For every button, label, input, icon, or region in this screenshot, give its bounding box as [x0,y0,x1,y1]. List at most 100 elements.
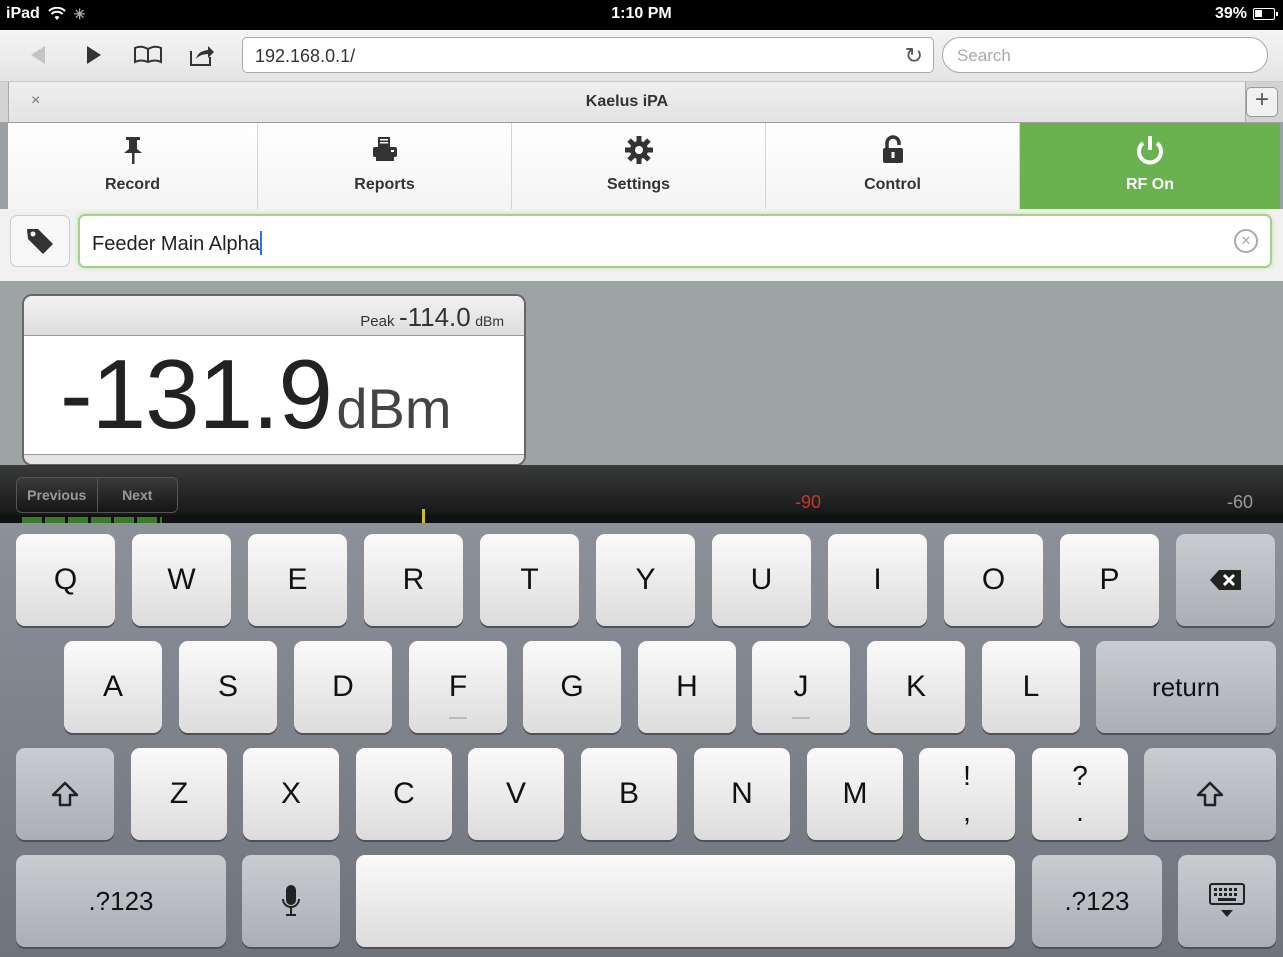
key-s[interactable]: S [179,641,277,733]
level-meter [0,515,1283,523]
previous-button[interactable]: Previous [17,478,98,512]
shift-key-left[interactable] [16,748,114,840]
browser-tab[interactable]: × Kaelus iPA [8,82,1246,122]
key-i[interactable]: I [828,534,927,626]
reload-icon[interactable]: ↻ [905,43,923,69]
nav-control[interactable]: Control [766,123,1020,209]
backspace-key[interactable] [1176,534,1275,626]
book-icon [134,45,162,64]
nav-settings[interactable]: Settings [512,123,766,209]
key-y[interactable]: Y [596,534,695,626]
key-l[interactable]: L [982,641,1080,733]
key-h[interactable]: H [638,641,736,733]
main-reading: -131.9 dBm [60,338,451,451]
form-assistant-bar: Previous Next -90 -60 [0,465,1283,523]
key-k[interactable]: K [867,641,965,733]
numbers-key-left[interactable]: .?123 [16,855,226,947]
key-n[interactable]: N [694,748,790,840]
status-time: 1:10 PM [611,5,672,22]
dictation-key[interactable] [242,855,340,947]
key-j[interactable]: J [752,641,850,733]
peak-value: -114.0 [398,302,471,332]
nav-record[interactable]: Record [8,123,258,209]
tag-icon [27,229,53,254]
forward-button[interactable] [78,40,110,70]
shift-key-right[interactable] [1144,748,1276,840]
key-c[interactable]: C [356,748,452,840]
key-d[interactable]: D [294,641,392,733]
tag-name-value: Feeder Main Alpha [92,231,262,255]
return-key[interactable]: return [1096,641,1276,733]
tag-name-input[interactable]: Feeder Main Alpha ✕ [78,214,1272,268]
clear-icon[interactable]: ✕ [1234,229,1258,253]
share-button[interactable] [186,40,218,70]
key-v[interactable]: V [468,748,564,840]
share-icon [190,46,214,66]
microphone-icon [282,885,300,916]
dismiss-keyboard-key[interactable] [1178,855,1276,947]
key-a[interactable]: A [64,641,162,733]
key-comma-label: , [963,796,971,827]
peak-bar: Peak -114.0 dBm [24,296,524,336]
nav-reports[interactable]: Reports [258,123,512,209]
home-row-marker [449,717,467,719]
key-q[interactable]: Q [16,534,115,626]
key-m[interactable]: M [807,748,903,840]
key-p[interactable]: P [1060,534,1159,626]
main-reading-unit: dBm [336,377,452,440]
scale-label-right: -60 [1227,492,1254,512]
key-r[interactable]: R [364,534,463,626]
key-e[interactable]: E [248,534,347,626]
home-row-marker [792,717,810,719]
battery-percentage: 39% [1214,5,1247,22]
key-question-period[interactable]: ?. [1032,748,1128,840]
nav-control-label: Control [864,176,921,193]
key-z[interactable]: Z [131,748,227,840]
key-x[interactable]: X [243,748,339,840]
key-f[interactable]: F [409,641,507,733]
search-placeholder: Search [957,46,1011,65]
key-exclamation-label: ! [963,760,971,791]
new-tab-button[interactable]: + [1246,87,1278,117]
tag-button[interactable] [10,215,70,267]
search-field[interactable]: Search [942,37,1268,73]
key-j-label: J [793,670,809,703]
shift-icon [51,781,79,807]
next-button[interactable]: Next [98,478,178,512]
printer-icon [258,135,511,171]
lock-icon [766,135,1019,173]
url-field[interactable]: 192.168.0.1/ ↻ [242,37,934,73]
status-bar: iPad ✳ 1:10 PM 39% [0,0,1283,30]
key-b[interactable]: B [581,748,677,840]
key-question-label: ? [1072,760,1088,791]
tag-row: Feeder Main Alpha ✕ [0,209,1283,281]
nav-rf-on-label: RF On [1126,176,1174,193]
back-button[interactable] [22,40,54,70]
peak-reading: Peak -114.0 dBm [360,302,504,333]
key-exclamation-comma[interactable]: !, [919,748,1015,840]
onscreen-keyboard: Q W E R T Y U I O P A S D F G H J K L re… [0,523,1283,957]
key-t[interactable]: T [480,534,579,626]
key-f-label: F [448,670,468,703]
pin-icon [8,135,257,173]
peak-unit: dBm [475,313,504,329]
card-footer [24,454,524,464]
key-w[interactable]: W [132,534,231,626]
url-text: 192.168.0.1/ [255,46,356,66]
bookmarks-button[interactable] [132,40,164,70]
nav-rf-on[interactable]: RF On [1020,123,1280,209]
numbers-key-right[interactable]: .?123 [1032,855,1162,947]
back-arrow-icon [31,46,45,64]
key-o[interactable]: O [944,534,1043,626]
scale-label-left: -90 [795,492,822,512]
nav-reports-label: Reports [354,176,415,193]
peak-label: Peak [360,313,395,330]
gear-icon [512,135,765,173]
nav-record-label: Record [104,176,161,193]
space-key[interactable] [356,855,1015,947]
key-g[interactable]: G [523,641,621,733]
browser-toolbar: 192.168.0.1/ ↻ Search [0,30,1283,82]
tab-title: Kaelus iPA [585,93,669,110]
key-u[interactable]: U [712,534,811,626]
forward-arrow-icon [87,46,101,64]
